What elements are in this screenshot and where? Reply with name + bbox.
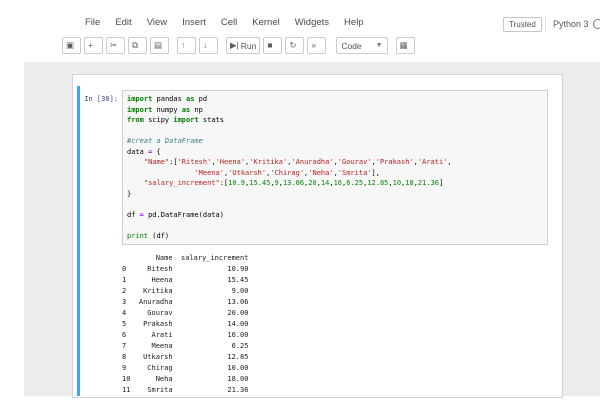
toolbar-buttons: ▣ + ✂ ⧉ ▤ ↑ ↓ ▶|Run ■ ↻ » bbox=[62, 37, 326, 54]
code-line: from scipy import stats bbox=[127, 115, 543, 126]
code-line: print (df) bbox=[127, 231, 543, 242]
run-button-label: Run bbox=[241, 39, 257, 53]
menu-item-file[interactable]: File bbox=[85, 17, 100, 28]
paste-icon: ▤ bbox=[154, 39, 162, 52]
code-line: import pandas as pd bbox=[127, 94, 543, 105]
menu-item-cell[interactable]: Cell bbox=[221, 17, 237, 28]
save-icon: ▣ bbox=[66, 39, 74, 52]
command-palette-button[interactable]: ▦ bbox=[396, 37, 415, 54]
fast-forward-icon: » bbox=[311, 39, 316, 52]
selected-cell[interactable]: In [30]: import pandas as pdimport numpy… bbox=[77, 86, 550, 396]
cell-type-value: Code bbox=[341, 41, 361, 51]
paste-cell-button[interactable]: ▤ bbox=[150, 37, 169, 54]
interrupt-kernel-button[interactable]: ■ bbox=[263, 37, 282, 54]
toolbar: ▣ + ✂ ⧉ ▤ ↑ ↓ ▶|Run ■ ↻ » Code ▼ ▦ bbox=[62, 37, 415, 54]
add-cell-button[interactable]: + bbox=[84, 37, 103, 54]
code-line: import numpy as np bbox=[127, 105, 543, 116]
code-line bbox=[127, 220, 543, 231]
menu-item-help[interactable]: Help bbox=[344, 17, 364, 28]
menu-item-edit[interactable]: Edit bbox=[115, 17, 131, 28]
move-cell-down-button[interactable]: ↓ bbox=[199, 37, 218, 54]
cut-cell-button[interactable]: ✂ bbox=[106, 37, 125, 54]
kernel-idle-circle-icon bbox=[593, 19, 600, 29]
header-divider bbox=[545, 16, 546, 31]
stop-icon: ■ bbox=[267, 39, 272, 52]
code-line: #creat a DataFrame bbox=[127, 136, 543, 147]
kernel-indicator-area: Python 3 bbox=[545, 16, 600, 31]
code-editor[interactable]: import pandas as pdimport numpy as npfro… bbox=[122, 90, 548, 245]
copy-icon: ⧉ bbox=[132, 39, 138, 52]
code-line: 'Meena','Utkarsh','Chirag','Neha','Smrit… bbox=[127, 168, 543, 179]
code-line bbox=[127, 126, 543, 137]
cell-output: Name salary_increment 0 Ritesh 10.90 1 H… bbox=[122, 253, 550, 396]
code-line: data = { bbox=[127, 147, 543, 158]
code-line: "Name":['Ritesh','Heena','Kritika','Anur… bbox=[127, 157, 543, 168]
menu-item-view[interactable]: View bbox=[147, 17, 167, 28]
input-prompt: In [30]: bbox=[82, 95, 118, 103]
keyboard-icon: ▦ bbox=[400, 39, 408, 52]
plus-icon: + bbox=[88, 39, 93, 52]
arrow-up-icon: ↑ bbox=[181, 39, 185, 52]
trusted-button[interactable]: Trusted bbox=[503, 17, 542, 32]
save-button[interactable]: ▣ bbox=[62, 37, 81, 54]
menu-item-insert[interactable]: Insert bbox=[182, 17, 206, 28]
menu-item-widgets[interactable]: Widgets bbox=[295, 17, 329, 28]
restart-run-all-button[interactable]: » bbox=[307, 37, 326, 54]
move-cell-up-button[interactable]: ↑ bbox=[177, 37, 196, 54]
menu-bar: File Edit View Insert Cell Kernel Widgets Help bbox=[85, 17, 364, 28]
arrow-down-icon: ↓ bbox=[203, 39, 207, 52]
run-button[interactable]: ▶|Run bbox=[226, 37, 260, 54]
copy-cell-button[interactable]: ⧉ bbox=[128, 37, 147, 54]
cell-type-dropdown[interactable]: Code ▼ bbox=[336, 37, 387, 54]
code-line bbox=[127, 199, 543, 210]
restart-kernel-button[interactable]: ↻ bbox=[285, 37, 304, 54]
refresh-icon: ↻ bbox=[289, 39, 296, 52]
code-line: "salary_increment":[10.9,15.45,9,13.06,2… bbox=[127, 178, 543, 189]
code-line: } bbox=[127, 189, 543, 200]
menu-item-kernel[interactable]: Kernel bbox=[252, 17, 279, 28]
scissors-icon: ✂ bbox=[110, 39, 117, 52]
step-forward-icon: ▶| bbox=[230, 39, 239, 52]
chevron-down-icon: ▼ bbox=[376, 42, 383, 49]
code-line: df = pd.DataFrame(data) bbox=[127, 210, 543, 221]
notebook-header: FileEditViewInsertCellKernelWidgetsHelp … bbox=[0, 0, 600, 60]
kernel-name-label: Python 3 bbox=[553, 19, 589, 29]
